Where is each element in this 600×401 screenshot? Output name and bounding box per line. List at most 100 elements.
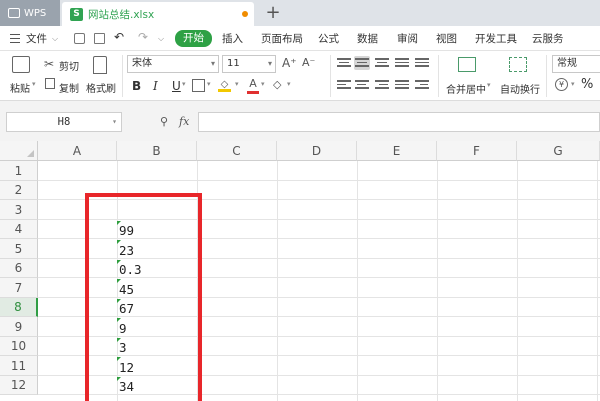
paste-chevron-icon[interactable]: ▾ [32,80,36,88]
column-header-d[interactable]: D [277,141,357,161]
cell-b6[interactable]: 0.3 [117,262,195,278]
cell-b7[interactable]: 45 [117,281,195,298]
cell-b5[interactable]: 23 [117,242,195,259]
column-header-g[interactable]: G [517,141,600,161]
grid-line [357,161,358,401]
row-header-6[interactable]: 6 [0,259,38,278]
row-header-5[interactable]: 5 [0,239,38,259]
align-middle-icon[interactable] [354,56,370,70]
row-header-12[interactable]: 12 [0,376,38,395]
indent-icon[interactable] [414,78,430,92]
redo-icon[interactable]: ↷ [138,29,148,45]
decrease-font-icon[interactable]: A⁻ [302,56,315,70]
merge-center-button[interactable]: 合并居中 [446,81,486,96]
percent-button[interactable]: % [581,77,593,92]
tab-review[interactable]: 审阅 [397,31,418,47]
cell-b11[interactable]: 12 [117,359,195,376]
cell-b8[interactable]: 67 [117,301,195,317]
tab-developer[interactable]: 开发工具 [475,31,517,47]
column-header-b[interactable]: B [117,141,197,161]
justify-icon[interactable] [394,78,410,92]
format-painter-button[interactable]: 格式刷 [86,80,116,95]
print-icon[interactable] [94,33,105,44]
row-header-7[interactable]: 7 [0,278,38,298]
row-header-10[interactable]: 10 [0,337,38,356]
cell-b12[interactable]: 34 [117,379,195,395]
align-center-icon[interactable] [354,78,370,92]
tab-data[interactable]: 数据 [357,31,378,47]
save-icon[interactable] [74,33,85,44]
tab-file[interactable]: S 网站总结.xlsx [62,2,254,26]
currency-chevron-icon[interactable]: ▾ [571,80,575,88]
font-size-select[interactable]: 11 ▾ [222,55,276,73]
chevron-down-icon: ▾ [112,117,117,126]
wrap-text-icon[interactable] [509,57,527,72]
format-painter-icon[interactable] [93,56,107,74]
underline-button[interactable]: U [172,79,181,93]
wrap-text-button[interactable]: 自动换行 [500,81,540,96]
align-top-icon[interactable] [336,56,352,70]
menu-icon[interactable] [10,34,20,43]
paste-icon[interactable] [12,56,30,73]
orientation-icon[interactable] [394,56,410,70]
row-header-8[interactable]: 8 [0,298,38,317]
fill-chevron-icon[interactable]: ▾ [235,80,239,88]
number-format-select[interactable]: 常规 [552,55,600,73]
zoom-search-icon[interactable]: ⚲ [160,115,168,128]
undo-icon[interactable]: ↶ [114,29,124,45]
cell-b10[interactable]: 3 [117,340,195,356]
bold-button[interactable]: B [132,79,141,93]
file-menu[interactable]: 文件 [26,31,47,47]
underline-chevron-icon[interactable]: ▾ [182,80,186,88]
formula-input[interactable] [198,112,600,132]
column-header-e[interactable]: E [357,141,437,161]
align-right-icon[interactable] [374,78,390,92]
customize-chevron-icon[interactable]: ⌵ [158,31,164,47]
merge-chevron-icon[interactable]: ▾ [487,81,491,89]
merge-cells-icon[interactable] [458,57,476,72]
tab-page-layout[interactable]: 页面布局 [261,31,303,47]
copy-button[interactable]: 复制 [59,80,79,95]
font-color-chevron-icon[interactable]: ▾ [261,80,265,88]
grid-line [437,161,438,401]
file-menu-chevron-icon[interactable]: ⌵ [52,31,58,47]
increase-font-icon[interactable]: A⁺ [282,56,297,70]
name-box[interactable]: H8 ▾ [6,112,122,132]
insert-function-button[interactable]: fx [179,115,189,128]
cell-b4[interactable]: 99 [117,223,195,239]
row-header-4[interactable]: 4 [0,220,38,239]
font-name-select[interactable]: 宋体 ▾ [127,55,219,73]
align-left-icon[interactable] [336,78,352,92]
copy-icon [45,78,55,89]
distributed-icon[interactable] [414,56,430,70]
border-chevron-icon[interactable]: ▾ [207,80,211,88]
row-header-11[interactable]: 11 [0,356,38,376]
select-all-corner[interactable] [0,141,38,161]
cell-b9[interactable]: 9 [117,320,195,337]
formula-bar: H8 ▾ ⚲ fx [0,101,600,141]
column-header-f[interactable]: F [437,141,517,161]
tab-home[interactable]: 开始 [175,30,212,47]
tab-cloud-services[interactable]: 云服务 [532,31,564,47]
row-header-1[interactable]: 1 [0,161,38,181]
align-bottom-icon[interactable] [374,56,390,70]
wps-home-tab[interactable]: WPS [0,0,60,26]
cut-button[interactable]: 剪切 [59,58,79,73]
tab-insert[interactable]: 插入 [222,31,243,47]
italic-button[interactable]: I [153,79,158,93]
row-header-9[interactable]: 9 [0,317,38,337]
column-header-c[interactable]: C [197,141,277,161]
fill-color-icon[interactable]: ◇ [218,78,231,92]
clear-chevron-icon[interactable]: ▾ [287,80,291,88]
column-header-a[interactable]: A [38,141,117,161]
tab-formulas[interactable]: 公式 [318,31,339,47]
new-tab-button[interactable]: + [262,2,284,24]
row-header-3[interactable]: 3 [0,200,38,220]
font-color-icon[interactable]: A [247,77,259,94]
row-header-2[interactable]: 2 [0,181,38,200]
clear-format-icon[interactable]: ◇ [273,78,281,92]
currency-icon[interactable]: ¥ [555,78,568,91]
paste-button[interactable]: 粘贴 [10,80,30,95]
border-icon[interactable] [192,79,205,92]
tab-view[interactable]: 视图 [436,31,457,47]
